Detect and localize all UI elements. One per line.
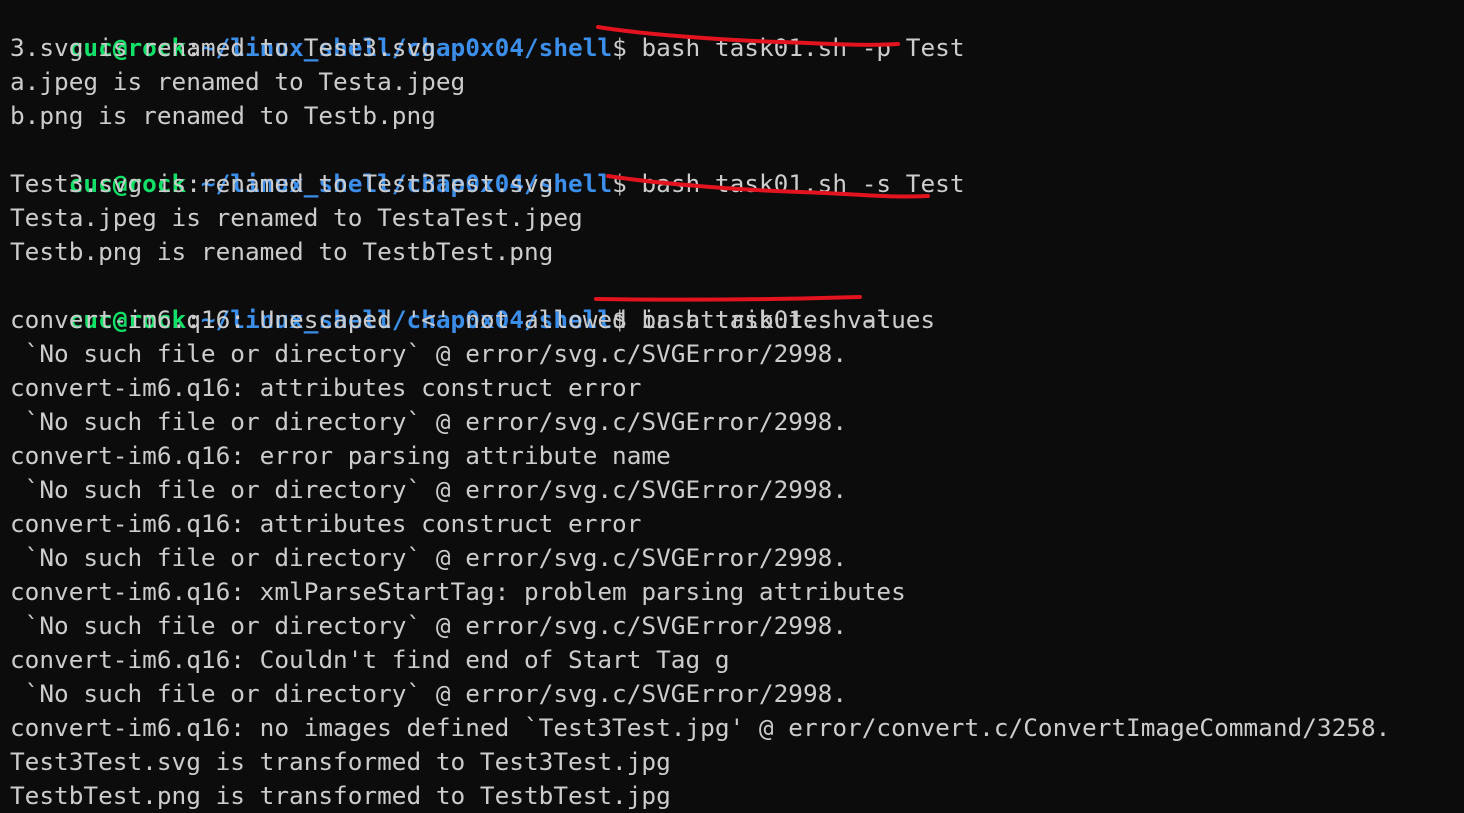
output-line: Testb.png is renamed to TestbTest.png [10,237,554,266]
error-line: convert-im6.q16: no images defined `Test… [10,713,1391,742]
prompt-line: cuc@rock:~/linux_shell/chap0x04/shell$ b… [10,269,1464,334]
error-detail-line: `No such file or directory` @ error/svg.… [10,475,848,504]
error-line: convert-im6.q16: attributes construct er… [10,373,642,402]
output-line: a.jpeg is renamed to Testa.jpeg [10,67,466,96]
prompt-dollar: $ [612,169,627,198]
command-text: bash task01.sh -p Test [641,33,965,62]
error-detail-line: `No such file or directory` @ error/svg.… [10,543,848,572]
error-line: convert-im6.q16: xmlParseStartTag: probl… [10,577,906,606]
prompt-dollar: $ [612,33,627,62]
output-line: Testa.jpeg is renamed to TestaTest.jpeg [10,203,583,232]
output-line: TestbTest.png is transformed to TestbTes… [10,781,671,810]
terminal-window[interactable]: cuc@rock:~/linux_shell/chap0x04/shell$ b… [0,0,1464,810]
error-line: convert-im6.q16: attributes construct er… [10,509,642,538]
error-line: convert-im6.q16: Unescaped '<' not allow… [10,305,936,334]
prompt-line: cuc@rock:~/linux_shell/chap0x04/shell$ b… [10,133,1464,198]
command-text: bash task01.sh -s Test [641,169,965,198]
output-line: b.png is renamed to Testb.png [10,101,436,130]
error-detail-line: `No such file or directory` @ error/svg.… [10,339,848,368]
error-detail-line: `No such file or directory` @ error/svg.… [10,679,848,708]
error-line: convert-im6.q16: Couldn't find end of St… [10,645,730,674]
error-line: convert-im6.q16: error parsing attribute… [10,441,671,470]
prompt-line: cuc@rock:~/linux_shell/chap0x04/shell$ b… [10,0,1464,62]
output-line: Test3Test.svg is transformed to Test3Tes… [10,747,671,776]
error-detail-line: `No such file or directory` @ error/svg.… [10,407,848,436]
error-detail-line: `No such file or directory` @ error/svg.… [10,611,848,640]
